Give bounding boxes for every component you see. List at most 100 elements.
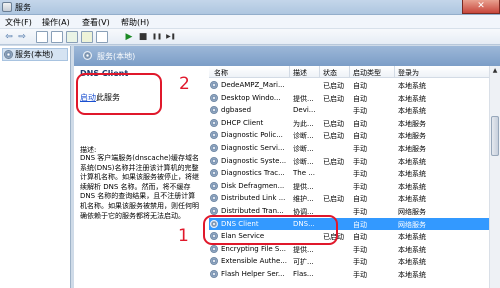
service-status-cell: 已启动	[323, 94, 344, 103]
service-name-cell: Diagnostic Syste...	[221, 156, 287, 165]
toolbar: ⇦ ⇨ ▶ ■ ❚❚ ▶❚	[0, 29, 500, 45]
column-divider[interactable]	[289, 66, 290, 78]
pane-title: 服务(本地)	[97, 52, 136, 61]
service-startup-type-cell: 手动	[353, 107, 367, 116]
service-logon-cell: 本地系统	[398, 107, 426, 116]
table-row[interactable]: Desktop Windo... 提供... 已启动 自动 本地系统	[209, 92, 489, 104]
service-logon-cell: 本地服务	[398, 119, 426, 128]
service-name-cell: dgbased	[221, 106, 252, 115]
export-icon[interactable]	[81, 31, 93, 43]
service-description-cell: 可扩...	[293, 258, 314, 267]
table-row[interactable]: Disk Defragmen... 提供... 手动 本地系统	[209, 180, 489, 192]
pause-icon[interactable]: ❚❚	[151, 31, 163, 43]
table-row[interactable]: DHCP Client 为此... 已启动 自动 本地服务	[209, 117, 489, 129]
column-header-status[interactable]: 状态	[323, 68, 337, 78]
services-list: 名称 描述 状态 启动类型 登录为 DedeAMPZ_Mari... 已启动 自动本…	[209, 66, 489, 288]
table-row[interactable]: Flash Helper Ser... Flas... 手动 本地系统	[209, 268, 489, 280]
service-logon-cell: 本地系统	[398, 157, 426, 166]
back-icon[interactable]: ⇦	[3, 31, 15, 43]
scroll-thumb[interactable]	[491, 116, 499, 156]
show-hide-tree-icon[interactable]	[36, 31, 48, 43]
service-gear-icon	[210, 81, 218, 89]
service-name-cell: Disk Defragmen...	[221, 181, 285, 190]
service-description-cell: Flas...	[293, 270, 314, 278]
annotation-number-2: 2	[179, 74, 190, 94]
menu-view[interactable]: 查看(V)	[82, 17, 110, 28]
column-header-description[interactable]: 描述	[293, 68, 307, 78]
service-logon-cell: 本地系统	[398, 82, 426, 90]
close-button[interactable]: ✕	[462, 0, 500, 14]
service-startup-type-cell: 手动	[353, 245, 367, 254]
help-icon[interactable]	[96, 31, 108, 43]
forward-icon[interactable]: ⇨	[16, 31, 28, 43]
tree-item-label: 服务(本地)	[15, 50, 54, 59]
service-logon-cell: 网络服务	[398, 208, 426, 216]
table-row[interactable]: Extensible Authe... 可扩... 手动 本地系统	[209, 255, 489, 267]
table-row[interactable]: Diagnostic Syste... 诊断... 已启动 手动 本地系统	[209, 155, 489, 167]
scroll-up-icon[interactable]: ▲	[490, 66, 500, 76]
service-name-cell: DHCP Client	[221, 118, 264, 127]
service-logon-cell: 本地系统	[398, 182, 426, 191]
service-name-cell: Distributed Link ...	[221, 194, 286, 203]
service-name-cell: Flash Helper Ser...	[221, 270, 285, 278]
service-name-cell: Diagnostic Servi...	[221, 144, 285, 152]
column-divider[interactable]	[394, 66, 395, 78]
table-row[interactable]: Diagnostic Polic... 诊断... 已启动 自动 本地服务	[209, 129, 489, 141]
service-description-cell: 诊断...	[293, 157, 314, 166]
service-name-cell: Distributed Tran...	[221, 207, 284, 215]
service-startup-type-cell: 自动	[353, 82, 367, 90]
service-logon-cell: 本地服务	[398, 132, 426, 141]
service-startup-type-cell: 手动	[353, 170, 367, 179]
refresh-icon[interactable]	[66, 31, 78, 43]
vertical-scrollbar[interactable]: ▲	[489, 66, 500, 288]
gear-icon	[4, 50, 13, 59]
properties-icon[interactable]	[51, 31, 63, 43]
service-name-cell: Desktop Windo...	[221, 93, 281, 102]
service-gear-icon	[210, 270, 218, 278]
description-text: DNS 客户端服务(dnscache)缓存域名系统(DNS)名称并注册该计算机的…	[80, 154, 200, 220]
start-icon[interactable]: ▶	[123, 31, 135, 43]
service-status-cell: 已启动	[323, 119, 344, 128]
services-app-icon	[2, 2, 12, 12]
menu-help[interactable]: 帮助(H)	[121, 17, 149, 28]
menu-file[interactable]: 文件(F)	[5, 17, 32, 28]
service-description-cell: 诊断...	[293, 132, 314, 141]
service-description-cell: 提供...	[293, 245, 314, 254]
column-header-logon-as[interactable]: 登录为	[398, 68, 419, 78]
service-startup-type-cell: 自动	[353, 132, 367, 141]
service-gear-icon	[210, 244, 218, 253]
service-startup-type-cell: 自动	[353, 94, 367, 103]
service-name-cell: Diagnostics Trac...	[221, 169, 285, 178]
service-logon-cell: 本地系统	[398, 170, 426, 179]
table-row[interactable]: Diagnostic Servi... 诊断... 手动 本地服务	[209, 142, 489, 154]
service-startup-type-cell: 自动	[353, 119, 367, 128]
annotation-number-1: 1	[178, 226, 189, 246]
menu-action[interactable]: 操作(A)	[42, 17, 70, 28]
service-gear-icon	[210, 156, 218, 165]
table-row[interactable]: DedeAMPZ_Mari... 已启动 自动 本地系统	[209, 79, 489, 91]
service-logon-cell: 网络服务	[398, 220, 426, 229]
service-startup-type-cell: 自动	[353, 233, 367, 242]
tree-item-services-local[interactable]: 服务(本地)	[2, 48, 68, 61]
stop-icon[interactable]: ■	[137, 31, 149, 43]
gear-icon	[83, 51, 92, 60]
table-row[interactable]: dgbased Devi... 手动 本地系统	[209, 104, 489, 116]
service-gear-icon	[210, 257, 218, 266]
table-row[interactable]: Diagnostics Trac... The ... 手动 本地系统	[209, 167, 489, 179]
service-description-cell: Devi...	[293, 106, 316, 115]
service-logon-cell: 本地系统	[398, 94, 426, 103]
service-startup-type-cell: 手动	[353, 145, 367, 153]
column-divider[interactable]	[319, 66, 320, 78]
column-header-startup-type[interactable]: 启动类型	[353, 68, 381, 78]
column-divider[interactable]	[349, 66, 350, 78]
window-title: 服务	[15, 3, 31, 12]
resume-icon[interactable]: ▶❚	[165, 31, 177, 43]
pane-header: 服务(本地)	[74, 46, 500, 66]
column-header-name[interactable]: 名称	[214, 68, 228, 78]
service-logon-cell: 本地服务	[398, 145, 426, 153]
title-bar: 服务 ✕	[0, 0, 500, 15]
service-gear-icon	[210, 131, 218, 140]
service-logon-cell: 本地系统	[398, 258, 426, 267]
table-row[interactable]: Distributed Link ... 维护... 已启动 自动 本地系统	[209, 192, 489, 204]
service-logon-cell: 本地系统	[398, 271, 426, 279]
